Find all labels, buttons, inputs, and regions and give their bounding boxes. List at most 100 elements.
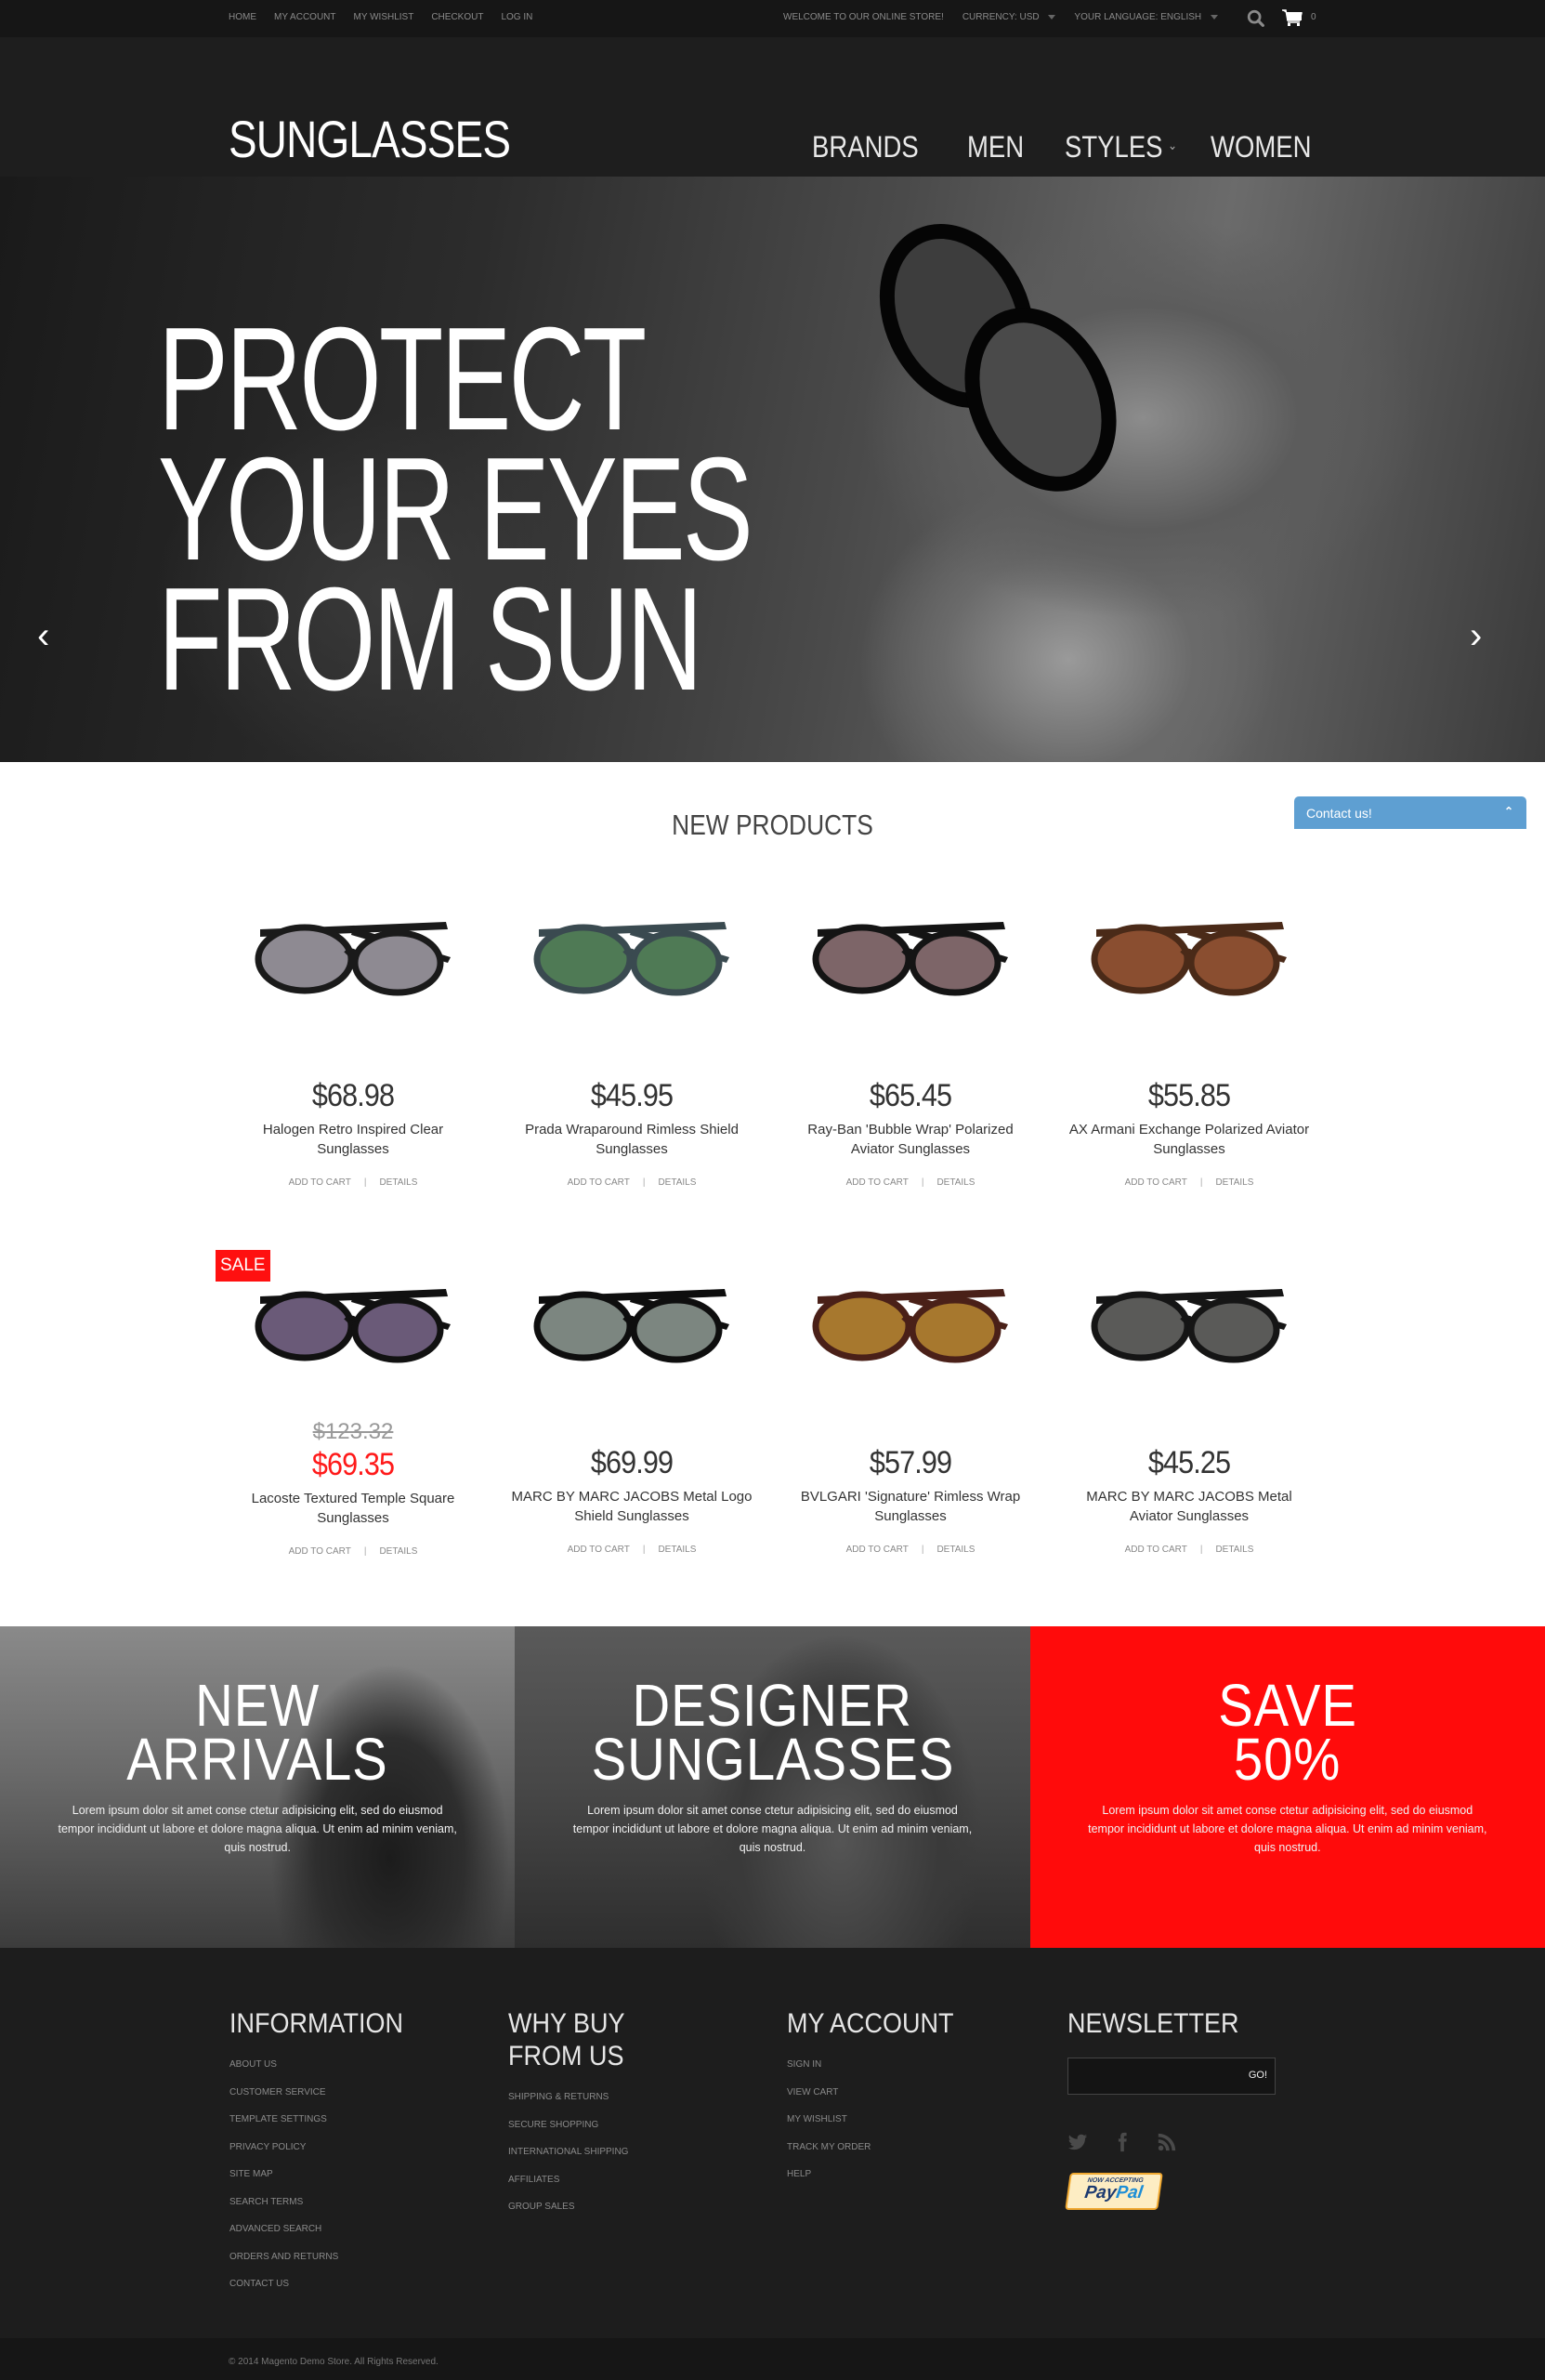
product-image[interactable]	[771, 874, 1050, 1041]
footer-account-link[interactable]: SIGN IN	[787, 2059, 821, 2070]
nav-men[interactable]: MEN	[967, 130, 1033, 164]
product-card: $45.95 Prada Wraparound Rimless Shield Su…	[492, 874, 771, 1205]
product-actions: ADD TO CART | DETAILS	[771, 1545, 1050, 1555]
product-card: SALE $123.32 $69.35 Lacoste Textured Templ…	[214, 1241, 492, 1572]
details-link[interactable]: DETAILS	[936, 1177, 975, 1188]
add-to-cart-button[interactable]: ADD TO CART	[846, 1545, 909, 1555]
details-link[interactable]: DETAILS	[658, 1545, 696, 1555]
nav-women[interactable]: WOMEN	[1211, 130, 1328, 164]
divider: |	[1199, 1177, 1203, 1188]
footer-link-item: TEMPLATE SETTINGS	[229, 2113, 471, 2141]
footer-links: SIGN IN VIEW CART MY WISHLIST TRACK MY ORDE…	[787, 2058, 1028, 2196]
footer-why-buy-link[interactable]: SECURE SHOPPING	[508, 2120, 598, 2130]
banner-title-line: DESIGNER	[632, 1672, 913, 1739]
top-link-home[interactable]: HOME	[229, 12, 256, 22]
product-image[interactable]	[1050, 874, 1329, 1041]
add-to-cart-button[interactable]: ADD TO CART	[568, 1545, 630, 1555]
newsletter-email-input[interactable]	[1068, 2058, 1236, 2094]
details-link[interactable]: DETAILS	[658, 1177, 696, 1188]
rss-icon[interactable]	[1157, 2132, 1177, 2152]
banner-title: NEW ARRIVALS	[0, 1672, 515, 1789]
nav-brands[interactable]: BRANDS	[812, 130, 936, 164]
product-price: $69.35	[311, 1447, 395, 1482]
chevron-right-icon[interactable]: ›	[1470, 617, 1482, 654]
product-name[interactable]: Lacoste Textured Temple Square Sunglasse…	[228, 1489, 478, 1528]
banner-save-50[interactable]: SAVE 50% Lorem ipsum dolor sit amet cons…	[1029, 1626, 1545, 1948]
banner-designer-sunglasses[interactable]: DESIGNER SUNGLASSES Lorem ipsum dolor si…	[515, 1626, 1030, 1948]
product-image[interactable]	[214, 874, 492, 1041]
contact-us-tab[interactable]: Contact us! ⌃	[1294, 796, 1526, 829]
product-name[interactable]: AX Armani Exchange Polarized Aviator Sun…	[1064, 1120, 1315, 1159]
cart-icon[interactable]	[1281, 8, 1303, 27]
facebook-icon[interactable]	[1112, 2132, 1133, 2152]
footer-info-link[interactable]: CONTACT US	[229, 2279, 289, 2289]
add-to-cart-button[interactable]: ADD TO CART	[289, 1546, 351, 1557]
footer-info-link[interactable]: SITE MAP	[229, 2169, 273, 2179]
add-to-cart-button[interactable]: ADD TO CART	[846, 1177, 909, 1188]
product-name[interactable]: Ray-Ban 'Bubble Wrap' Polarized Aviator …	[785, 1120, 1036, 1159]
footer-info-link[interactable]: ADVANCED SEARCH	[229, 2224, 321, 2234]
nav-brands-label: BRANDS	[812, 130, 919, 164]
footer-why-buy-link[interactable]: AFFILIATES	[508, 2175, 559, 2185]
chevron-left-icon[interactable]: ‹	[37, 617, 49, 654]
top-link-log-in[interactable]: LOG IN	[501, 12, 532, 22]
product-name[interactable]: BVLGARI 'Signature' Rimless Wrap Sunglas…	[785, 1487, 1036, 1526]
add-to-cart-button[interactable]: ADD TO CART	[1125, 1545, 1187, 1555]
footer-account-link[interactable]: TRACK MY ORDER	[787, 2142, 871, 2152]
details-link[interactable]: DETAILS	[1215, 1545, 1253, 1555]
product-image[interactable]	[771, 1241, 1050, 1408]
top-link-checkout[interactable]: CHECKOUT	[431, 12, 483, 22]
details-link[interactable]: DETAILS	[936, 1545, 975, 1555]
top-link-my-account[interactable]: MY ACCOUNT	[274, 12, 336, 22]
product-name[interactable]: Halogen Retro Inspired Clear Sunglasses	[228, 1120, 478, 1159]
footer-why-buy-link[interactable]: SHIPPING & RETURNS	[508, 2092, 609, 2102]
product-image[interactable]	[492, 1241, 771, 1408]
footer-account-link[interactable]: MY WISHLIST	[787, 2114, 847, 2124]
footer-info-link[interactable]: PRIVACY POLICY	[229, 2142, 306, 2152]
footer-info-link[interactable]: ORDERS AND RETURNS	[229, 2252, 338, 2262]
nav-styles[interactable]: STYLES ⌄	[1065, 130, 1179, 164]
search-icon[interactable]	[1246, 8, 1266, 29]
add-to-cart-button[interactable]: ADD TO CART	[1125, 1177, 1187, 1188]
product-price: $57.99	[869, 1445, 952, 1480]
footer-link-item: MY WISHLIST	[787, 2113, 1028, 2141]
sunglasses-image	[812, 922, 1008, 996]
footer-why-buy-link[interactable]: GROUP SALES	[508, 2202, 575, 2212]
footer-link-item: SHIPPING & RETURNS	[508, 2091, 750, 2119]
banner-text: Lorem ipsum dolor sit amet conse ctetur …	[58, 1804, 457, 1854]
banner-title-line: NEW	[195, 1672, 321, 1739]
details-link[interactable]: DETAILS	[379, 1546, 417, 1557]
dropdown-arrow-icon	[1048, 14, 1056, 20]
top-link-my-wishlist[interactable]: MY WISHLIST	[354, 12, 414, 22]
product-price: $45.95	[590, 1078, 674, 1113]
footer-account-link[interactable]: VIEW CART	[787, 2087, 838, 2097]
product-image[interactable]	[492, 874, 771, 1041]
footer-info-link[interactable]: CUSTOMER SERVICE	[229, 2087, 326, 2097]
footer-info-link[interactable]: SEARCH TERMS	[229, 2197, 303, 2207]
product-actions: ADD TO CART | DETAILS	[771, 1177, 1050, 1188]
sunglasses-image	[1091, 922, 1287, 996]
banner-title-line: SUNGLASSES	[591, 1726, 954, 1793]
footer-why-buy-link[interactable]: INTERNATIONAL SHIPPING	[508, 2147, 628, 2157]
product-image[interactable]	[1050, 1241, 1329, 1408]
twitter-icon[interactable]	[1067, 2132, 1088, 2152]
banner-title-line: 50%	[1234, 1726, 1342, 1793]
currency-switcher[interactable]: CURRENCY: USD	[962, 12, 1056, 22]
add-to-cart-button[interactable]: ADD TO CART	[289, 1177, 351, 1188]
details-link[interactable]: DETAILS	[379, 1177, 417, 1188]
details-link[interactable]: DETAILS	[1215, 1177, 1253, 1188]
product-card: $55.85 AX Armani Exchange Polarized Aviat…	[1050, 874, 1329, 1205]
banner-new-arrivals[interactable]: NEW ARRIVALS Lorem ipsum dolor sit amet …	[0, 1626, 516, 1948]
footer-account-link[interactable]: HELP	[787, 2169, 811, 2179]
product-name[interactable]: MARC BY MARC JACOBS Metal Logo Shield Su…	[506, 1487, 757, 1526]
language-switcher[interactable]: YOUR LANGUAGE: ENGLISH	[1074, 12, 1218, 22]
footer-link-item: VIEW CART	[787, 2086, 1028, 2114]
banner-text: Lorem ipsum dolor sit amet conse ctetur …	[1088, 1804, 1487, 1854]
product-name[interactable]: MARC BY MARC JACOBS Metal Aviator Sungla…	[1064, 1487, 1315, 1526]
add-to-cart-button[interactable]: ADD TO CART	[568, 1177, 630, 1188]
footer-info-link[interactable]: TEMPLATE SETTINGS	[229, 2114, 327, 2124]
footer-info-link[interactable]: ABOUT US	[229, 2059, 277, 2070]
logo[interactable]: SUNGLASSES	[229, 113, 511, 165]
newsletter-submit-button[interactable]: GO!	[1249, 2070, 1267, 2081]
product-name[interactable]: Prada Wraparound Rimless Shield Sunglass…	[506, 1120, 757, 1159]
